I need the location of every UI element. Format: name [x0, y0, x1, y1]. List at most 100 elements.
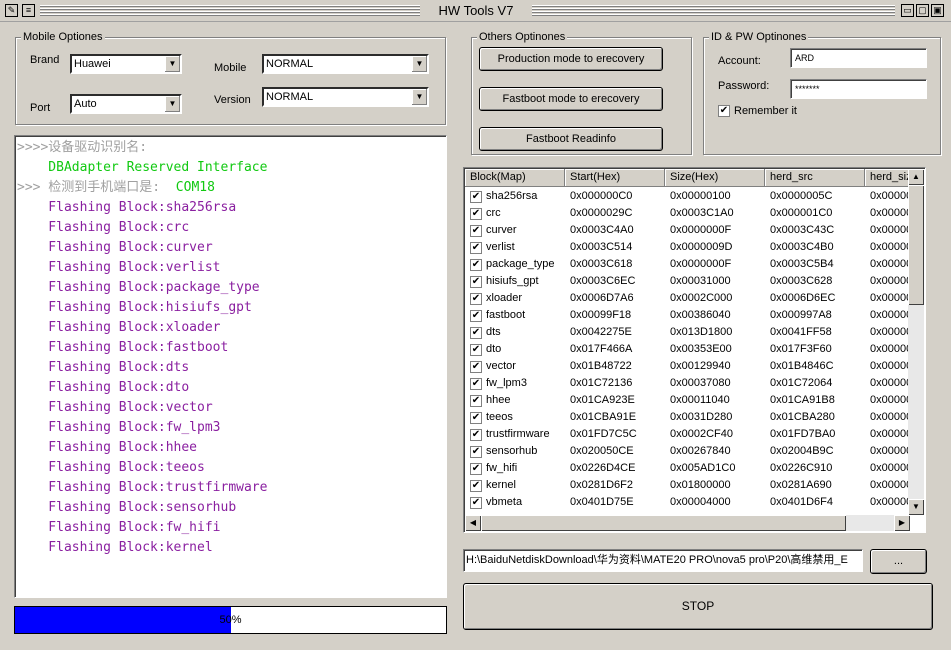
- table-cell: 0x02004B9C: [770, 445, 834, 457]
- table-cell: 0x00000: [870, 207, 910, 219]
- fastboot-readinfo-button[interactable]: Fastboot Readinfo: [479, 127, 663, 151]
- table-row[interactable]: ✔ teeos 0x01CBA91E 0x0031D280 0x01CBA280 0x00…: [465, 409, 910, 426]
- browse-button[interactable]: ...: [870, 549, 927, 574]
- table-cell: 0x00129940: [670, 360, 731, 372]
- row-checkbox[interactable]: ✔: [470, 428, 482, 441]
- column-header[interactable]: Block(Map): [465, 169, 565, 187]
- scroll-up-icon[interactable]: ▲: [908, 169, 924, 185]
- fastboot-to-erecovery-button[interactable]: Fastboot mode to erecovery: [479, 87, 663, 111]
- table-row[interactable]: ✔ dts 0x0042275E 0x013D1800 0x0041FF58 0x0000…: [465, 324, 910, 341]
- row-checkbox[interactable]: ✔: [470, 275, 482, 288]
- row-checkbox[interactable]: ✔: [470, 207, 482, 220]
- maximize-icon[interactable]: ▢: [916, 4, 929, 17]
- table-cell: ✔ fw_hifi: [465, 460, 565, 477]
- row-checkbox[interactable]: ✔: [470, 292, 482, 305]
- scroll-down-icon[interactable]: ▼: [908, 499, 924, 515]
- port-select[interactable]: Auto ▼: [70, 94, 182, 114]
- row-checkbox[interactable]: ✔: [470, 241, 482, 254]
- table-cell: 0x0281A690: [770, 479, 832, 491]
- mobile-select[interactable]: NORMAL ▼: [262, 54, 429, 74]
- table-row[interactable]: ✔ hhee 0x01CA923E 0x00011040 0x01CA91B8 0x000…: [465, 392, 910, 409]
- chevron-down-icon[interactable]: ▼: [411, 56, 427, 72]
- table-cell: 0x0003C4A0: [570, 224, 634, 236]
- table-cell: ✔ curver: [465, 222, 565, 239]
- scroll-left-icon[interactable]: ◀: [465, 515, 481, 531]
- table-cell: 0x01CBA91E: [570, 411, 637, 423]
- chevron-down-icon[interactable]: ▼: [164, 96, 180, 112]
- table-row[interactable]: ✔ fw_hifi 0x0226D4CE 0x005AD1C0 0x0226C910 0x…: [465, 460, 910, 477]
- table-row[interactable]: ✔ dto 0x017F466A 0x00353E00 0x017F3F60 0x0000…: [465, 341, 910, 358]
- vertical-scrollbar[interactable]: ▲ ▼: [908, 169, 924, 515]
- production-to-erecovery-button[interactable]: Production mode to erecovery: [479, 47, 663, 71]
- row-checkbox[interactable]: ✔: [470, 343, 482, 356]
- table-cell: 0x0002C000: [670, 292, 733, 304]
- brand-select[interactable]: Huawei ▼: [70, 54, 182, 74]
- app-icon[interactable]: ✎: [5, 4, 18, 17]
- vertical-scroll-thumb[interactable]: [908, 185, 924, 305]
- account-input[interactable]: ARD: [790, 48, 927, 68]
- table-row[interactable]: ✔ trustfirmware 0x01FD7C5C 0x0002CF40 0x01FD…: [465, 426, 910, 443]
- scroll-right-icon[interactable]: ▶: [894, 515, 910, 531]
- row-checkbox[interactable]: ✔: [470, 377, 482, 390]
- table-cell: ✔ vbmeta: [465, 494, 565, 511]
- table-cell: ✔ fastboot: [465, 307, 565, 324]
- table-cell: 0x01B4846C: [770, 360, 834, 372]
- row-checkbox[interactable]: ✔: [470, 326, 482, 339]
- table-cell: ✔ kernel: [465, 477, 565, 494]
- version-select[interactable]: NORMAL ▼: [262, 87, 429, 107]
- row-checkbox[interactable]: ✔: [470, 224, 482, 237]
- row-checkbox[interactable]: ✔: [470, 411, 482, 424]
- row-checkbox[interactable]: ✔: [470, 190, 482, 203]
- password-input[interactable]: *******: [790, 79, 927, 99]
- log-line: Flashing Block:curver: [17, 240, 213, 255]
- remember-checkbox[interactable]: ✔: [718, 105, 730, 117]
- table-cell: 0x017F3F60: [770, 343, 832, 355]
- table-row[interactable]: ✔ xloader 0x0006D7A6 0x0002C000 0x0006D6EC 0x…: [465, 290, 910, 307]
- row-checkbox[interactable]: ✔: [470, 496, 482, 509]
- close-icon[interactable]: ▣: [931, 4, 944, 17]
- column-header[interactable]: herd_size: [865, 169, 910, 187]
- row-checkbox[interactable]: ✔: [470, 462, 482, 475]
- row-checkbox[interactable]: ✔: [470, 445, 482, 458]
- horizontal-scrollbar[interactable]: ◀ ▶: [465, 515, 910, 531]
- row-checkbox[interactable]: ✔: [470, 309, 482, 322]
- column-header[interactable]: Size(Hex): [665, 169, 765, 187]
- table-cell: 0x0002CF40: [670, 428, 733, 440]
- table-row[interactable]: ✔ crc 0x0000029C 0x0003C1A0 0x000001C0 0x0000…: [465, 205, 910, 222]
- horizontal-scroll-thumb[interactable]: [481, 515, 846, 531]
- table-row[interactable]: ✔ fastboot 0x00099F18 0x00386040 0x000997A8 0…: [465, 307, 910, 324]
- table-row[interactable]: ✔ hisiufs_gpt 0x0003C6EC 0x00031000 0x0003C6…: [465, 273, 910, 290]
- table-row[interactable]: ✔ fw_lpm3 0x01C72136 0x00037080 0x01C72064 0x…: [465, 375, 910, 392]
- table-row[interactable]: ✔ curver 0x0003C4A0 0x0000000F 0x0003C43C 0x0…: [465, 222, 910, 239]
- table-row[interactable]: ✔ package_type 0x0003C618 0x0000000F 0x0003C…: [465, 256, 910, 273]
- title-bar[interactable]: ✎ ≡ HW Tools V7 ▭ ▢ ▣: [0, 0, 951, 22]
- block-name: fw_lpm3: [486, 377, 527, 389]
- table-cell: ✔ verlist: [465, 239, 565, 256]
- log-line: DBAdapter Reserved Interface: [17, 160, 268, 175]
- row-checkbox[interactable]: ✔: [470, 360, 482, 373]
- table-row[interactable]: ✔ verlist 0x0003C514 0x0000009D 0x0003C4B0 0x…: [465, 239, 910, 256]
- chevron-down-icon[interactable]: ▼: [411, 89, 427, 105]
- block-table[interactable]: Block(Map) Start(Hex) Size(Hex) herd_src her…: [463, 167, 926, 533]
- table-row[interactable]: ✔ kernel 0x0281D6F2 0x01800000 0x0281A690 0x0…: [465, 477, 910, 494]
- table-cell: 0x00031000: [670, 275, 731, 287]
- table-body[interactable]: ✔ sha256rsa 0x000000C0 0x00000100 0x0000005C…: [465, 188, 910, 514]
- minimize-icon[interactable]: ▭: [901, 4, 914, 17]
- stop-button[interactable]: STOP: [463, 583, 933, 630]
- column-header[interactable]: herd_src: [765, 169, 865, 187]
- table-row[interactable]: ✔ vector 0x01B48722 0x00129940 0x01B4846C 0x0…: [465, 358, 910, 375]
- chevron-down-icon[interactable]: ▼: [164, 56, 180, 72]
- firmware-path-input[interactable]: H:\BaiduNetdiskDownload\华为资料\MATE20 PRO\…: [463, 549, 863, 572]
- table-cell: 0x00000: [870, 343, 910, 355]
- row-checkbox[interactable]: ✔: [470, 479, 482, 492]
- log-line: Flashing Block:fw_lpm3: [17, 420, 221, 435]
- table-row[interactable]: ✔ sensorhub 0x020050CE 0x00267840 0x02004B9C…: [465, 443, 910, 460]
- menu-icon[interactable]: ≡: [22, 4, 35, 17]
- table-row[interactable]: ✔ vbmeta 0x0401D75E 0x00004000 0x0401D6F4 0x0…: [465, 494, 910, 511]
- table-row[interactable]: ✔ sha256rsa 0x000000C0 0x00000100 0x0000005C…: [465, 188, 910, 205]
- row-checkbox[interactable]: ✔: [470, 394, 482, 407]
- table-cell: 0x00386040: [670, 309, 731, 321]
- log-panel[interactable]: >>>>设备驱动识别名: DBAdapter Reserved Interfac…: [14, 135, 447, 598]
- row-checkbox[interactable]: ✔: [470, 258, 482, 271]
- column-header[interactable]: Start(Hex): [565, 169, 665, 187]
